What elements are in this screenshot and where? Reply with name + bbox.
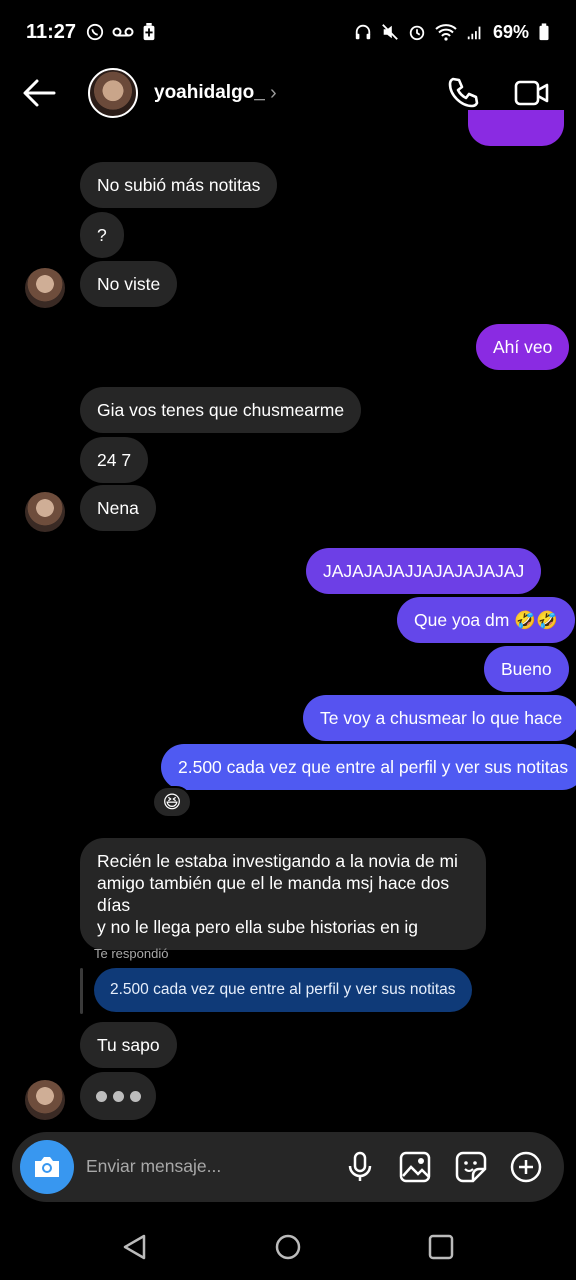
message-incoming[interactable]: Tu sapo: [80, 1022, 177, 1068]
reply-indicator-line: [80, 968, 83, 1014]
video-icon[interactable]: [514, 76, 550, 110]
message-outgoing[interactable]: Te voy a chusmear lo que hace: [303, 695, 576, 741]
message-incoming[interactable]: No subió más notitas: [80, 162, 278, 208]
message-outgoing[interactable]: Que yoa dm 🤣🤣: [397, 597, 575, 643]
sticker-icon[interactable]: [455, 1151, 487, 1183]
profile-avatar[interactable]: [88, 68, 138, 118]
message-bubble-partial: [468, 110, 564, 146]
message-outgoing[interactable]: Ahí veo: [476, 324, 570, 370]
message-composer: Enviar mensaje...: [12, 1132, 564, 1202]
message-line: amigo también que el le manda msj hace d…: [97, 873, 450, 915]
sender-avatar[interactable]: [25, 1080, 65, 1120]
sender-avatar[interactable]: [25, 268, 65, 308]
headphones-icon: [355, 24, 371, 40]
reaction-emoji[interactable]: 😆: [152, 786, 192, 818]
chevron-right-icon[interactable]: ›: [270, 82, 277, 105]
phone-icon[interactable]: [446, 76, 480, 110]
alarm-icon: [409, 25, 425, 41]
message-input[interactable]: Enviar mensaje...: [86, 1156, 221, 1177]
gallery-icon[interactable]: [399, 1151, 431, 1183]
nav-back-icon[interactable]: [120, 1232, 150, 1262]
message-line: Recién le estaba investigando a la novia…: [97, 851, 458, 871]
mute-icon: [382, 24, 398, 40]
typing-indicator: [80, 1072, 156, 1120]
message-incoming-multiline[interactable]: Recién le estaba investigando a la novia…: [80, 838, 486, 950]
message-incoming[interactable]: Gia vos tenes que chusmearme: [80, 387, 362, 433]
replied-label: Te respondió: [94, 946, 169, 961]
system-nav-bar: [0, 1212, 576, 1280]
status-time: 11:27: [26, 20, 77, 43]
nav-recents-icon[interactable]: [426, 1232, 456, 1262]
message-line: y no le llega pero ella sube historias e…: [97, 917, 419, 937]
typing-dot: [95, 1090, 107, 1102]
whatsapp-icon: [86, 23, 104, 41]
message-incoming[interactable]: Nena: [80, 485, 156, 531]
back-arrow-icon[interactable]: [22, 78, 56, 108]
battery-saver-icon: [143, 23, 155, 41]
username[interactable]: yoahidalgo_: [154, 82, 265, 104]
camera-icon: [35, 1157, 59, 1177]
typing-dot: [129, 1090, 141, 1102]
message-outgoing[interactable]: 2.500 cada vez que entre al perfil y ver…: [161, 744, 576, 790]
status-bar: 11:27 69%: [0, 0, 576, 64]
message-outgoing[interactable]: Bueno: [484, 646, 569, 692]
message-outgoing[interactable]: JAJAJAJAJJAJAJAJAJAJ: [306, 548, 542, 594]
wifi-icon: [435, 24, 457, 41]
sender-avatar[interactable]: [25, 492, 65, 532]
message-incoming[interactable]: 24 7: [80, 437, 149, 483]
reply-quote[interactable]: 2.500 cada vez que entre al perfil y ver…: [94, 968, 472, 1012]
microphone-icon[interactable]: [344, 1151, 376, 1183]
message-incoming[interactable]: ?: [80, 212, 124, 258]
battery-percent: 69%: [492, 21, 529, 42]
signal-icon: [467, 26, 481, 40]
camera-button[interactable]: [20, 1140, 74, 1194]
nav-home-icon[interactable]: [273, 1232, 303, 1262]
typing-dot: [112, 1090, 124, 1102]
plus-icon[interactable]: [510, 1151, 542, 1183]
battery-icon: [539, 23, 549, 41]
message-incoming[interactable]: No viste: [80, 261, 178, 307]
voicemail-icon: [112, 27, 134, 37]
